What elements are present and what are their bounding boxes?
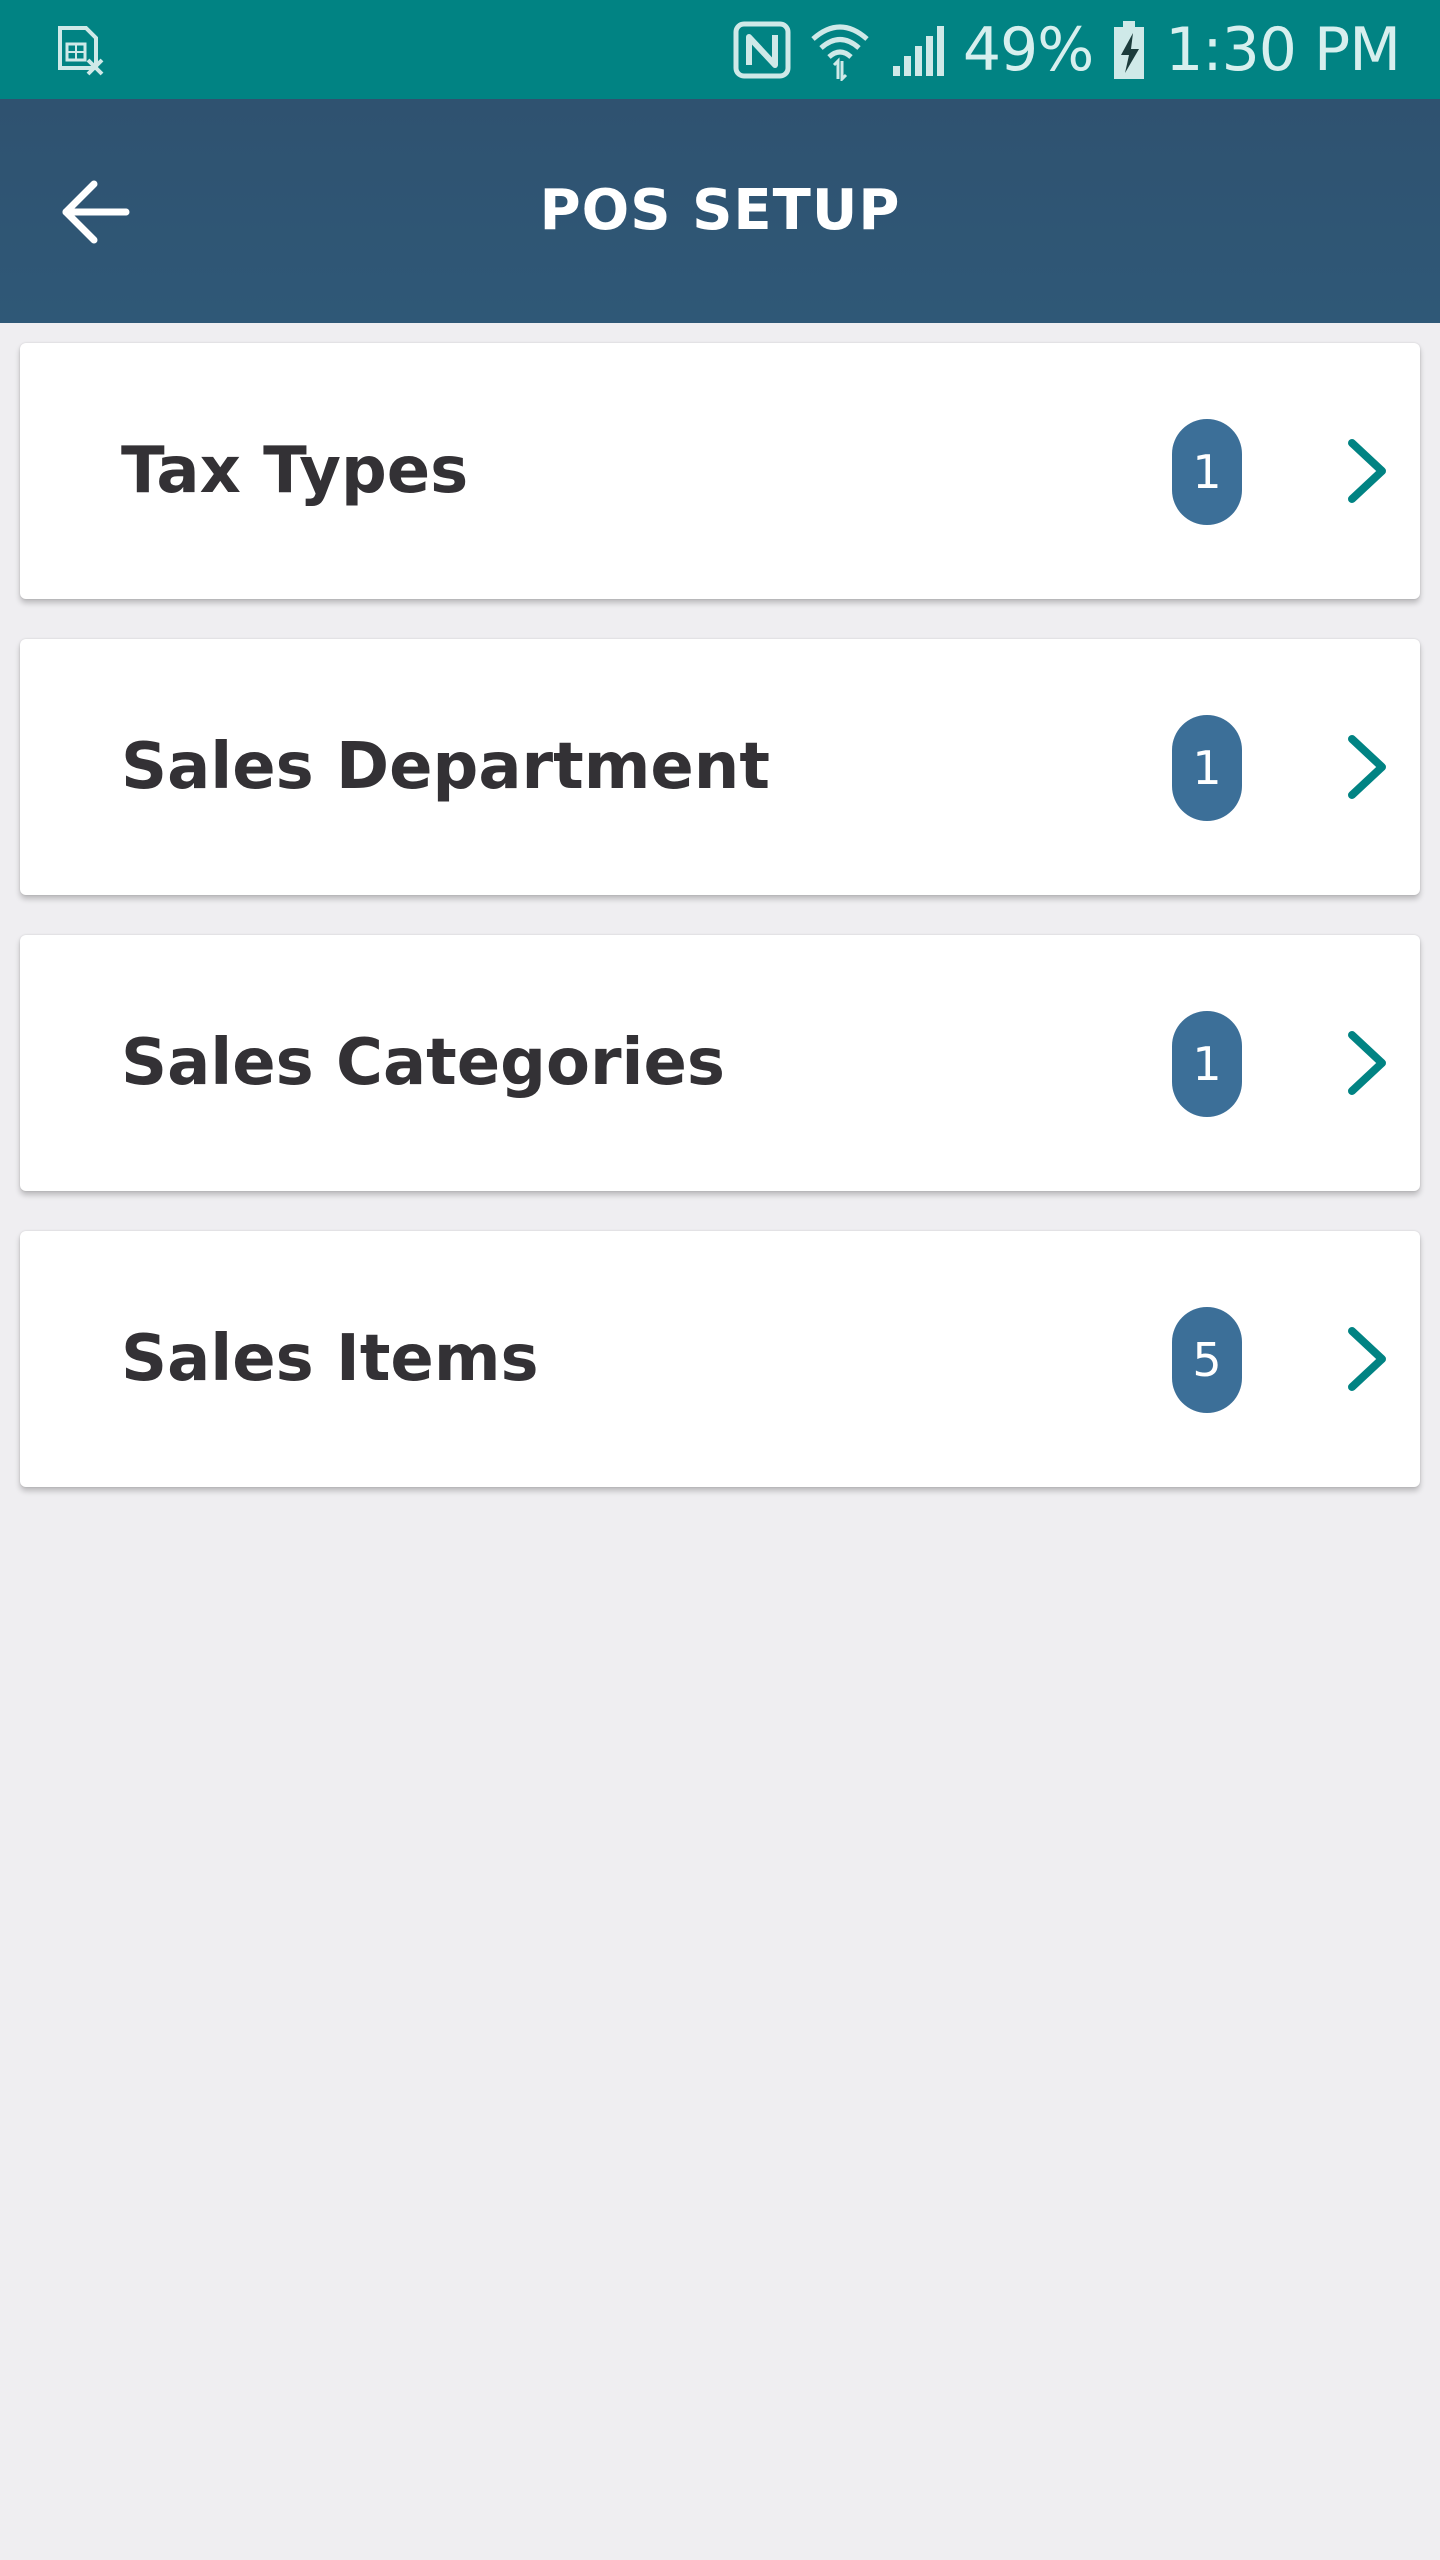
chevron-right-icon bbox=[1342, 1027, 1392, 1099]
back-button[interactable] bbox=[40, 159, 150, 269]
count-badge: 5 bbox=[1172, 1307, 1242, 1413]
list-item-tax-types[interactable]: Tax Types 1 bbox=[20, 343, 1420, 599]
count-badge: 1 bbox=[1172, 419, 1242, 525]
list-item-label: Sales Department bbox=[121, 730, 770, 804]
chevron-right-icon bbox=[1342, 1323, 1392, 1395]
status-bar: 49% 1:30 PM bbox=[0, 0, 1440, 99]
page-title: POS SETUP bbox=[539, 178, 901, 243]
app-bar: POS SETUP bbox=[0, 99, 1440, 323]
list-item-sales-items[interactable]: Sales Items 5 bbox=[20, 1231, 1420, 1487]
setup-list: Tax Types 1 Sales Department 1 Sales Cat… bbox=[20, 343, 1420, 1527]
list-item-label: Sales Categories bbox=[121, 1026, 725, 1100]
battery-charging-icon bbox=[1111, 19, 1147, 81]
list-item-sales-department[interactable]: Sales Department 1 bbox=[20, 639, 1420, 895]
list-item-sales-categories[interactable]: Sales Categories 1 bbox=[20, 935, 1420, 1191]
arrow-left-icon bbox=[60, 180, 130, 249]
battery-percent: 49% bbox=[962, 14, 1094, 85]
nfc-icon bbox=[733, 21, 791, 79]
count-badge: 1 bbox=[1172, 715, 1242, 821]
clock: 1:30 PM bbox=[1165, 14, 1401, 85]
signal-icon bbox=[889, 22, 945, 78]
sim-card-icon bbox=[52, 24, 104, 76]
list-item-label: Tax Types bbox=[121, 434, 469, 508]
chevron-right-icon bbox=[1342, 435, 1392, 507]
list-item-label: Sales Items bbox=[121, 1322, 539, 1396]
wifi-icon bbox=[809, 19, 871, 81]
chevron-right-icon bbox=[1342, 731, 1392, 803]
count-badge: 1 bbox=[1172, 1011, 1242, 1117]
